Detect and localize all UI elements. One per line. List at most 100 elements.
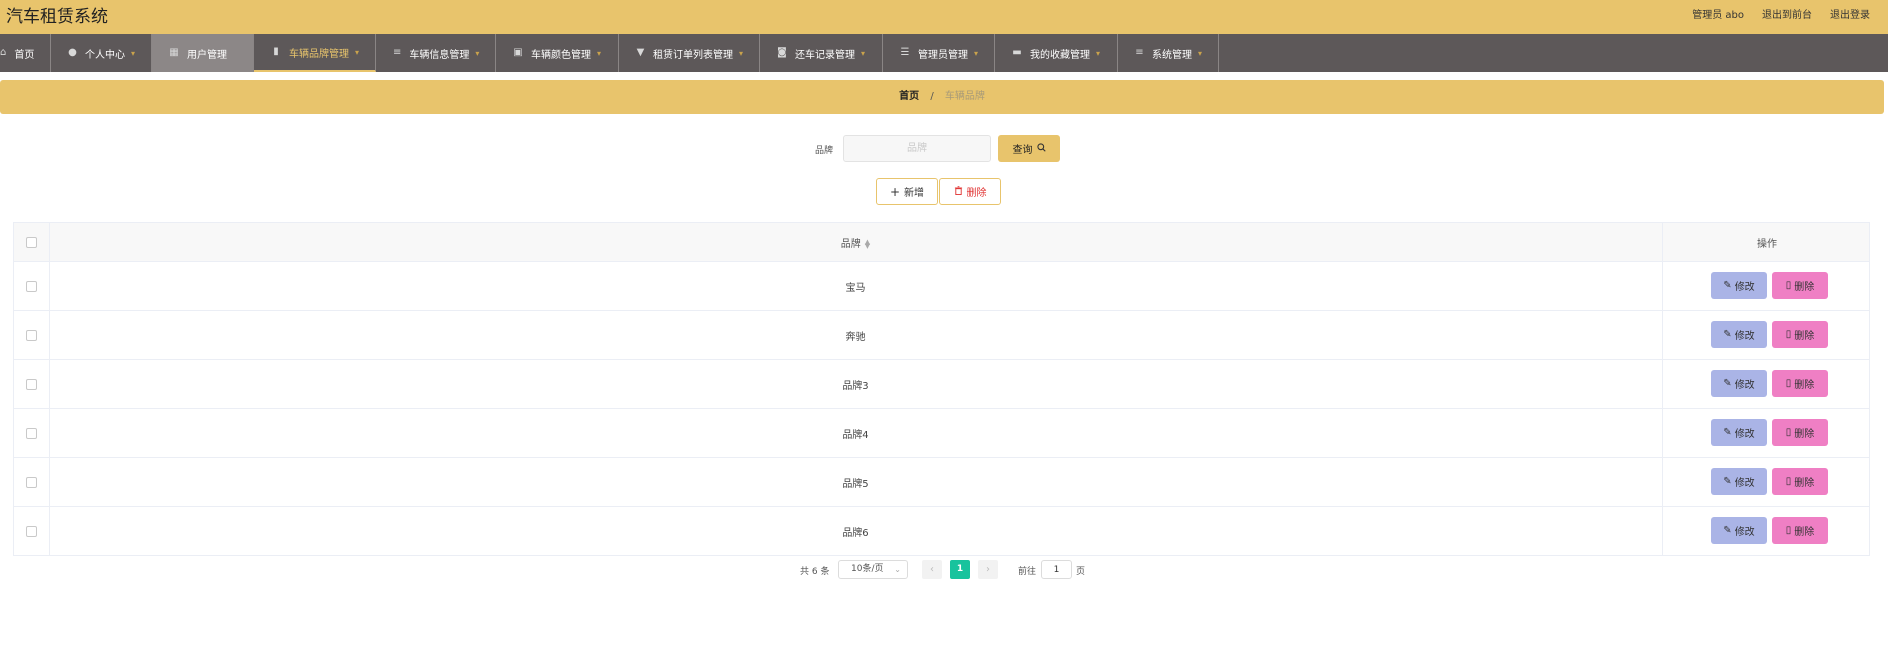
nav-label: 首页 [14, 49, 35, 61]
edit-icon: ✎ [1723, 378, 1732, 389]
chevron-left-icon: ‹ [930, 564, 934, 575]
edit-icon: ✎ [1723, 427, 1732, 438]
delete-button[interactable]: ▯ 删除 [1772, 321, 1828, 348]
select-cell [14, 507, 50, 555]
nav-item-personal-center[interactable]: ● 个人中心 ▾ [51, 34, 152, 72]
delete-button[interactable]: ▯ 删除 [1772, 272, 1828, 299]
logout-link[interactable]: 退出登录 [1830, 6, 1870, 21]
nav-item-favorites[interactable]: ▬ 我的收藏管理 ▾ [995, 34, 1118, 72]
nav-item-home[interactable]: ⌂ 首页 [0, 34, 51, 72]
page-size-value: 10条/页 [851, 564, 884, 574]
delete-button[interactable]: ▯ 删除 [1772, 419, 1828, 446]
sort-icon[interactable]: ▲ ▼ [865, 239, 870, 250]
edit-button[interactable]: ✎ 修改 [1711, 468, 1767, 495]
edit-label: 修改 [1734, 527, 1755, 538]
page-suffix: 页 [1076, 567, 1086, 577]
search-icon [1036, 142, 1046, 155]
select-cell [14, 262, 50, 310]
brand-table: 品牌 ▲ ▼ 操作 宝马 ✎ 修改 ▯ 删除 奔驰 ✎ 修改 ▯ 删除 品牌3 ✎ 修改 ▯ 删… [13, 222, 1870, 556]
main-nav: ⌂ 首页 ● 个人中心 ▾ ▦ 用户管理 ▮ 车辆品牌管理 ▾ ≡ 车辆信息管理… [0, 34, 1888, 72]
nav-item-vehicle-color[interactable]: ▣ 车辆颜色管理 ▾ [496, 34, 619, 72]
brand-cell: 宝马 [845, 283, 866, 294]
grid-icon: ▦ [169, 47, 179, 58]
edit-button[interactable]: ✎ 修改 [1711, 419, 1767, 446]
trash-icon [954, 185, 963, 198]
edit-label: 修改 [1734, 478, 1755, 489]
edit-label: 修改 [1734, 282, 1755, 293]
operation-cell: ✎ 修改 ▯ 删除 [1662, 262, 1871, 310]
home-icon: ⌂ [0, 47, 7, 58]
query-button[interactable]: 查询 [998, 135, 1060, 162]
trash-icon: ▯ [1785, 280, 1792, 291]
row-checkbox[interactable] [26, 379, 37, 390]
list-icon: ≡ [393, 47, 402, 58]
table-row: 宝马 ✎ 修改 ▯ 删除 [14, 262, 1869, 311]
chevron-down-icon: ▾ [130, 48, 135, 58]
nav-item-rental-orders[interactable]: ▼ 租赁订单列表管理 ▾ [619, 34, 760, 72]
user-icon: ● [68, 47, 77, 58]
page-number-current[interactable]: 1 [950, 560, 970, 579]
top-links: 管理员 abo 退出到前台 退出登录 [1692, 6, 1870, 21]
nav-label: 个人中心 [84, 49, 125, 61]
film-icon: ▬ [1012, 47, 1022, 58]
prev-page-button[interactable]: ‹ [922, 560, 942, 579]
breadcrumb-home[interactable]: 首页 [899, 91, 919, 102]
operation-cell: ✎ 修改 ▯ 删除 [1662, 409, 1871, 457]
edit-icon: ✎ [1723, 280, 1732, 291]
edit-button[interactable]: ✎ 修改 [1711, 517, 1767, 544]
chevron-right-icon: › [986, 564, 990, 575]
nav-item-user-management[interactable]: ▦ 用户管理 [152, 34, 254, 72]
operation-cell: ✎ 修改 ▯ 删除 [1662, 311, 1871, 359]
app-title: 汽车租赁系统 [6, 7, 108, 27]
operation-column: 操作 [1662, 223, 1871, 261]
row-checkbox[interactable] [26, 477, 37, 488]
nav-item-brand-management[interactable]: ▮ 车辆品牌管理 ▾ [254, 34, 376, 72]
nav-item-return-records[interactable]: ◙ 还车记录管理 ▾ [760, 34, 883, 72]
add-button[interactable]: + 新增 [876, 178, 938, 205]
brand-search-input[interactable] [843, 135, 991, 162]
nav-item-system-management[interactable]: ≡ 系统管理 ▾ [1118, 34, 1219, 72]
brand-cell: 品牌4 [842, 430, 869, 441]
edit-label: 修改 [1734, 429, 1755, 440]
page-size-select[interactable]: 10条/页 ⌄ [838, 560, 908, 579]
nav-label: 管理员管理 [917, 49, 968, 61]
brand-header-label: 品牌 [840, 239, 861, 250]
chevron-down-icon: ⌄ [894, 565, 901, 574]
chevron-down-icon: ▾ [738, 48, 743, 58]
admin-user-link[interactable]: 管理员 abo [1692, 6, 1744, 21]
select-column [14, 223, 50, 261]
delete-button[interactable]: ▯ 删除 [1772, 468, 1828, 495]
row-checkbox[interactable] [26, 281, 37, 292]
top-header: 汽车租赁系统 管理员 abo 退出到前台 退出登录 [0, 0, 1888, 34]
table-row: 奔驰 ✎ 修改 ▯ 删除 [14, 311, 1869, 360]
next-page-button[interactable]: › [978, 560, 998, 579]
back-to-frontend-link[interactable]: 退出到前台 [1762, 6, 1812, 21]
chevron-down-icon: ▾ [973, 48, 978, 58]
edit-button[interactable]: ✎ 修改 [1711, 272, 1767, 299]
select-cell [14, 409, 50, 457]
nav-item-admin-management[interactable]: ☰ 管理员管理 ▾ [883, 34, 995, 72]
select-cell [14, 458, 50, 506]
brand-column-header[interactable]: 品牌 ▲ ▼ [49, 235, 1662, 251]
delete-button[interactable]: ▯ 删除 [1772, 517, 1828, 544]
bulk-delete-button[interactable]: 删除 [939, 178, 1001, 205]
delete-button[interactable]: ▯ 删除 [1772, 370, 1828, 397]
chevron-down-icon: ▾ [861, 48, 866, 58]
nav-label: 系统管理 [1151, 49, 1192, 61]
edit-button[interactable]: ✎ 修改 [1711, 321, 1767, 348]
select-all-checkbox[interactable] [26, 237, 37, 248]
delete-label: 删除 [1794, 282, 1815, 293]
edit-icon: ✎ [1723, 525, 1732, 536]
total-count: 共 6 条 [800, 567, 830, 577]
nav-label: 车辆品牌管理 [288, 48, 349, 60]
breadcrumb: 首页 / 车辆品牌 [0, 80, 1884, 114]
goto-page-input[interactable] [1041, 560, 1072, 579]
brand-cell: 品牌3 [842, 381, 869, 392]
nav-item-vehicle-info[interactable]: ≡ 车辆信息管理 ▾ [376, 34, 496, 72]
pagination: 共 6 条 10条/页 ⌄ ‹ 1 › 前往 页 [0, 560, 1888, 580]
row-checkbox[interactable] [26, 526, 37, 537]
edit-button[interactable]: ✎ 修改 [1711, 370, 1767, 397]
row-checkbox[interactable] [26, 330, 37, 341]
brand-cell: 品牌6 [842, 528, 869, 539]
row-checkbox[interactable] [26, 428, 37, 439]
